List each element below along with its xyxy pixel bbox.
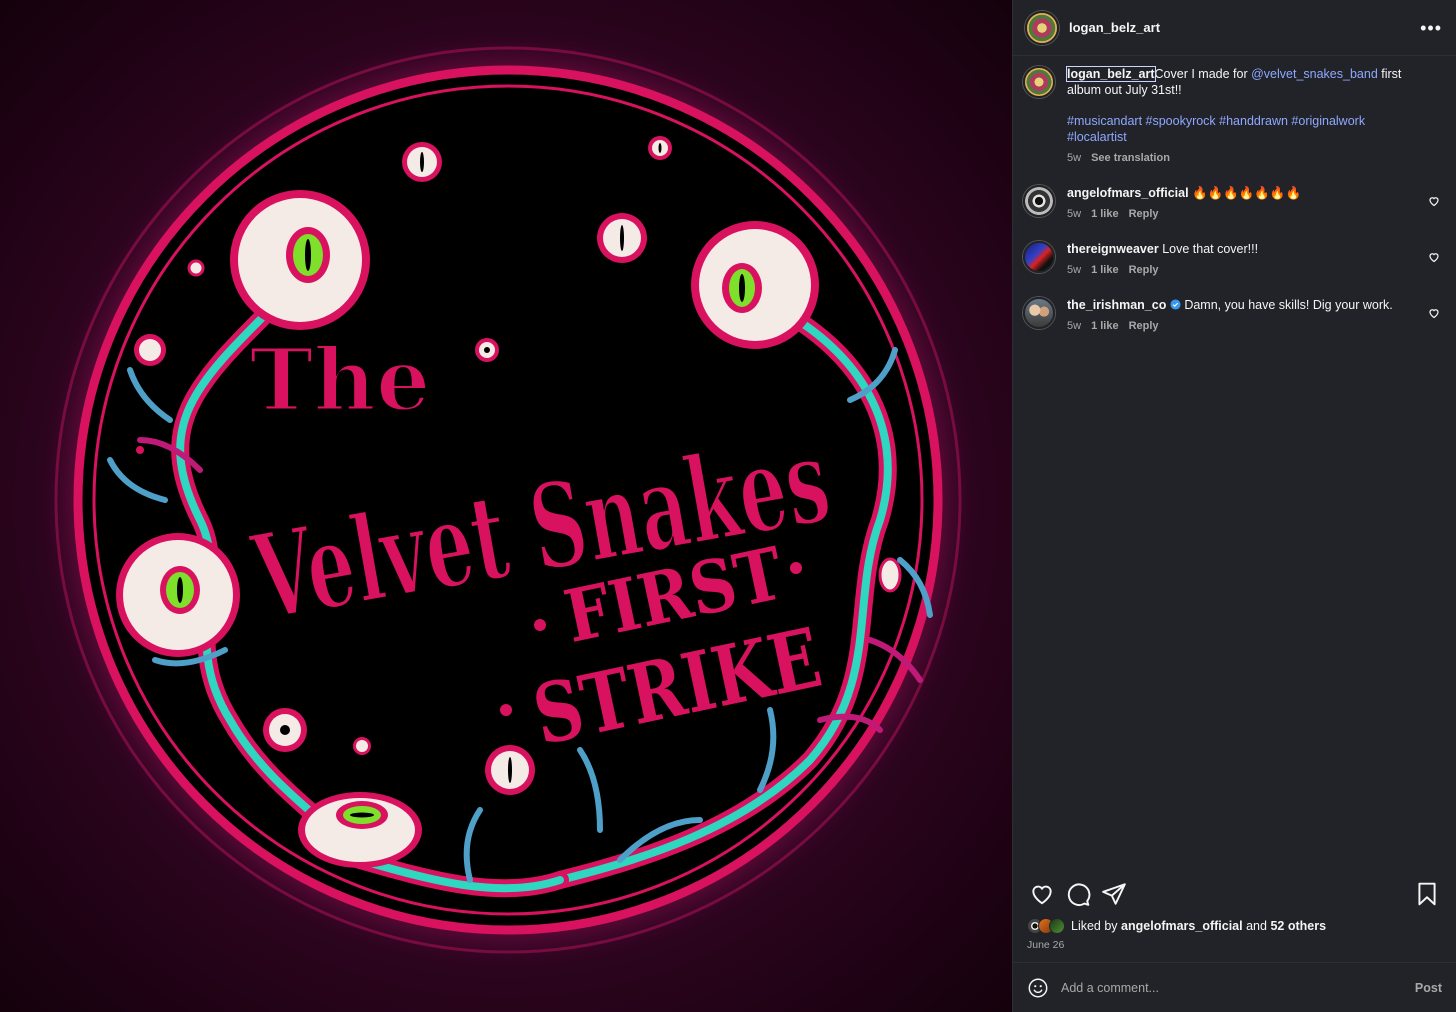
caption-hashtags[interactable]: #musicandart #spookyrock #handdrawn #ori…	[1067, 113, 1412, 145]
emoji-icon[interactable]	[1027, 977, 1049, 999]
caption-mention[interactable]: @velvet_snakes_band	[1251, 67, 1378, 81]
reply-button[interactable]: Reply	[1129, 262, 1159, 278]
post-date[interactable]: June 26	[1027, 939, 1064, 951]
post-image[interactable]: The Velvet Snakes FIRST STRIKE	[0, 0, 1012, 1012]
comment-like-heart-icon[interactable]	[1428, 195, 1440, 207]
comment-likes[interactable]: 1 like	[1091, 318, 1119, 334]
author-username[interactable]: logan_belz_art	[1069, 20, 1420, 35]
caption-username[interactable]: logan_belz_art	[1066, 66, 1156, 82]
comment-like-heart-icon[interactable]	[1428, 307, 1440, 319]
comment-item: the_irishman_co Damn, you have skills! D…	[1023, 297, 1440, 334]
reply-button[interactable]: Reply	[1129, 206, 1159, 222]
likes-summary: Liked by angelofmars_official and 52 oth…	[1027, 918, 1326, 934]
comment-time[interactable]: 5w	[1067, 206, 1081, 222]
author-avatar[interactable]	[1025, 10, 1059, 45]
likes-others[interactable]: 52 others	[1270, 919, 1326, 933]
post-comment-button[interactable]: Post	[1415, 981, 1442, 995]
liker-avatar	[1049, 918, 1065, 934]
comment-username[interactable]: angelofmars_official	[1067, 186, 1189, 200]
verified-badge-icon	[1170, 299, 1181, 310]
comment-time[interactable]: 5w	[1067, 262, 1081, 278]
comment-item: thereignweaver Love that cover!!! 5w 1 l…	[1023, 241, 1440, 278]
comment-item: angelofmars_official 🔥🔥🔥🔥🔥🔥🔥 5w 1 like R…	[1023, 185, 1440, 222]
comment-input[interactable]	[1061, 980, 1415, 995]
comment-like-heart-icon[interactable]	[1428, 251, 1440, 263]
caption: logan_belz_artCover I made for @velvet_s…	[1023, 66, 1440, 166]
see-translation-link[interactable]: See translation	[1091, 150, 1170, 166]
post-header: logan_belz_art •••	[1013, 0, 1456, 56]
send-icon[interactable]	[1101, 881, 1127, 907]
comment-likes[interactable]: 1 like	[1091, 206, 1119, 222]
album-cover-art: The Velvet Snakes FIRST STRIKE	[38, 30, 978, 970]
caption-text: Cover I made for	[1154, 67, 1248, 81]
reply-button[interactable]: Reply	[1129, 318, 1159, 334]
comment-likes[interactable]: 1 like	[1091, 262, 1119, 278]
comment-text: Love that cover!!!	[1162, 242, 1259, 256]
comment-text: 🔥🔥🔥🔥🔥🔥🔥	[1192, 186, 1302, 200]
likes-user[interactable]: angelofmars_official	[1121, 919, 1243, 933]
likes-prefix: Liked by	[1071, 919, 1118, 933]
album-title-the: The	[249, 330, 430, 431]
more-options-icon[interactable]: •••	[1420, 19, 1442, 37]
commenter-avatar[interactable]	[1023, 241, 1055, 273]
flower-bottom	[298, 792, 422, 868]
add-comment-bar: Post	[1013, 962, 1456, 1012]
comment-time[interactable]: 5w	[1067, 318, 1081, 334]
flower-left	[116, 533, 240, 657]
comment-username[interactable]: thereignweaver	[1067, 242, 1159, 256]
caption-avatar[interactable]	[1023, 66, 1055, 98]
caption-time[interactable]: 5w	[1067, 150, 1081, 166]
heart-icon[interactable]	[1029, 881, 1055, 907]
flower-top-left	[230, 190, 370, 330]
post-actions	[1013, 876, 1456, 912]
flower-top-right	[691, 221, 819, 349]
commenter-avatar[interactable]	[1023, 185, 1055, 217]
likes-and: and	[1246, 919, 1267, 933]
comments-list: logan_belz_artCover I made for @velvet_s…	[1013, 56, 1456, 334]
commenter-avatar[interactable]	[1023, 297, 1055, 329]
comment-username[interactable]: the_irishman_co	[1067, 298, 1166, 312]
comment-icon[interactable]	[1065, 881, 1091, 907]
bookmark-icon[interactable]	[1414, 881, 1440, 907]
post-detail-panel: logan_belz_art ••• logan_belz_artCover I…	[1012, 0, 1456, 1012]
comment-text: Damn, you have skills! Dig your work.	[1184, 298, 1393, 312]
